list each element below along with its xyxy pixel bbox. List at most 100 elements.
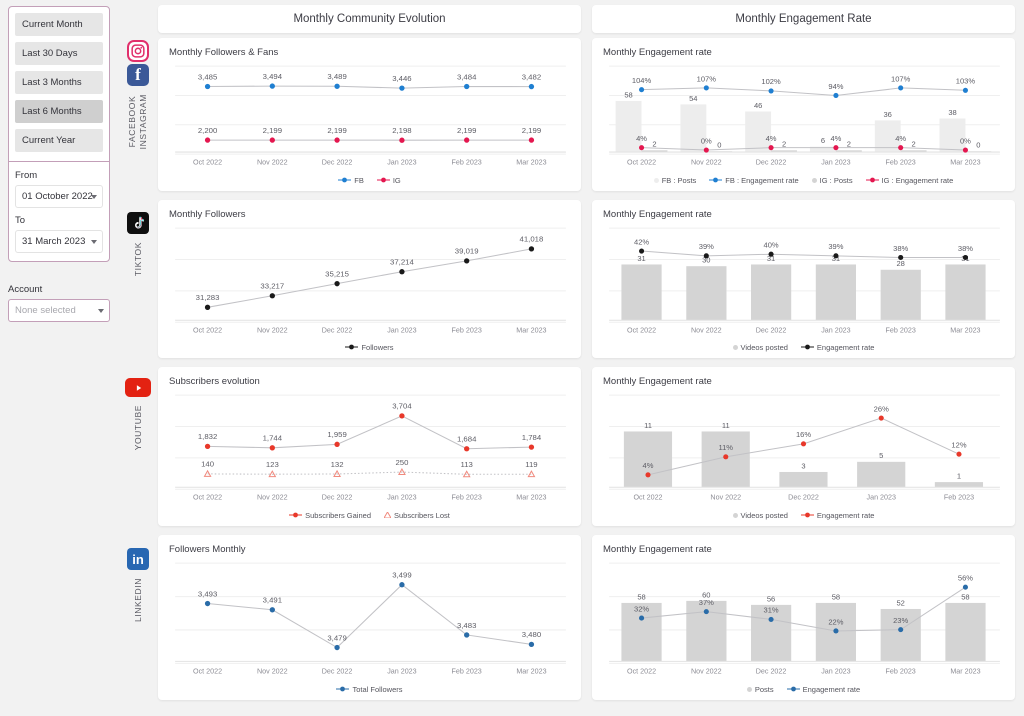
svg-text:Mar 2023: Mar 2023 bbox=[950, 326, 980, 334]
svg-text:4%: 4% bbox=[636, 134, 647, 143]
from-date-select[interactable]: 01 October 2022 bbox=[15, 185, 103, 208]
date-range-last-3-months[interactable]: Last 3 Months bbox=[15, 71, 103, 94]
svg-text:119: 119 bbox=[525, 460, 537, 469]
legend-item[interactable]: Followers bbox=[345, 343, 394, 352]
legend-label: IG : Engagement rate bbox=[881, 175, 954, 185]
legend-item[interactable]: Total Followers bbox=[336, 685, 403, 694]
svg-text:Feb 2023: Feb 2023 bbox=[944, 494, 974, 502]
svg-text:132: 132 bbox=[331, 460, 344, 469]
facebook-icon[interactable]: f bbox=[127, 64, 149, 86]
svg-text:39%: 39% bbox=[828, 242, 843, 251]
chart-row: Monthly Followers 31,283 33,217 35,215 37,21… bbox=[158, 199, 1015, 359]
chart-legend: Subscribers Gained Subscribers Lost bbox=[169, 511, 570, 520]
legend-label: Engagement rate bbox=[816, 343, 875, 353]
chart-plot-youtube-engagement: 11 11 3 5 1 4% 11% 16% 26% 12% Oct 2022 Nov 2022 Dec… bbox=[603, 389, 1004, 510]
column-headers: Monthly Community Evolution Monthly Enga… bbox=[158, 5, 1015, 33]
chart-plot-tiktok-community: 31,283 33,217 35,215 37,214 39,019 41,018 Oct … bbox=[169, 222, 570, 343]
legend-item[interactable]: Subscribers Gained bbox=[289, 511, 371, 520]
svg-text:3,482: 3,482 bbox=[522, 72, 541, 81]
legend-item[interactable]: FB : Engagement rate bbox=[709, 176, 799, 185]
chart-card-youtube-community: Subscribers evolution 1,832 1,744 1,959 3,70… bbox=[158, 367, 581, 526]
svg-text:Oct 2022: Oct 2022 bbox=[627, 326, 656, 334]
svg-text:3,704: 3,704 bbox=[392, 402, 412, 411]
legend-item[interactable]: Engagement rate bbox=[786, 684, 861, 694]
legend-item[interactable]: Videos posted bbox=[732, 511, 788, 520]
svg-text:3,479: 3,479 bbox=[327, 633, 346, 642]
svg-text:Dec 2022: Dec 2022 bbox=[322, 326, 353, 334]
legend-swatch bbox=[653, 177, 659, 183]
svg-text:2,198: 2,198 bbox=[392, 126, 411, 135]
chart-row: Subscribers evolution 1,832 1,744 1,959 3,70… bbox=[158, 367, 1015, 526]
svg-text:26%: 26% bbox=[874, 405, 889, 414]
youtube-icon[interactable] bbox=[125, 378, 151, 397]
date-range-last-30-days[interactable]: Last 30 Days bbox=[15, 42, 103, 65]
svg-text:104%: 104% bbox=[632, 76, 652, 85]
legend-label: Engagement rate bbox=[802, 684, 861, 694]
legend-item[interactable]: Engagement rate bbox=[800, 511, 874, 520]
svg-text:Jan 2023: Jan 2023 bbox=[387, 494, 416, 502]
svg-text:Nov 2022: Nov 2022 bbox=[257, 668, 288, 676]
rail-group-tiktok[interactable]: TIKTOK bbox=[118, 212, 158, 276]
platform-rail: f FACEBOOK INSTAGRAM TIKTOK YOUTUBE in LINKEDI… bbox=[118, 0, 158, 716]
rail-group-fbig[interactable]: f FACEBOOK INSTAGRAM bbox=[118, 40, 158, 149]
chart-plot-fbig-engagement: 58 54 46 6 36 38 2 0 2 2 2 0 104% 107% 102% 94% 107% 103%… bbox=[603, 60, 1004, 175]
legend-item[interactable]: Subscribers Lost bbox=[383, 510, 450, 520]
legend-swatch bbox=[732, 345, 738, 351]
tiktok-icon[interactable] bbox=[127, 212, 149, 234]
svg-text:0: 0 bbox=[976, 141, 980, 150]
rail-group-linkedin[interactable]: in LINKEDIN bbox=[118, 548, 158, 622]
legend-triangle-icon bbox=[383, 510, 392, 520]
svg-text:3,494: 3,494 bbox=[263, 72, 283, 81]
svg-text:56: 56 bbox=[767, 594, 775, 603]
legend-label: Posts bbox=[754, 684, 774, 694]
svg-text:Jan 2023: Jan 2023 bbox=[387, 326, 416, 334]
chart-title: Monthly Followers bbox=[169, 208, 246, 220]
date-range-current-month[interactable]: Current Month bbox=[15, 13, 103, 36]
legend-item[interactable]: FB : Posts bbox=[653, 175, 697, 185]
svg-text:Feb 2023: Feb 2023 bbox=[452, 326, 482, 334]
legend-item[interactable]: Posts bbox=[746, 684, 774, 694]
svg-text:3,446: 3,446 bbox=[392, 74, 411, 83]
rail-group-youtube[interactable]: YOUTUBE bbox=[118, 378, 158, 450]
svg-text:Mar 2023: Mar 2023 bbox=[950, 668, 980, 676]
to-label: To bbox=[15, 215, 26, 226]
column-header-community: Monthly Community Evolution bbox=[158, 5, 581, 33]
chart-plot-linkedin-community: 3,493 3,491 3,479 3,499 3,483 3,480 Oct 2022 No… bbox=[169, 557, 570, 684]
instagram-icon[interactable] bbox=[127, 40, 149, 62]
legend-item[interactable]: IG : Engagement rate bbox=[865, 175, 954, 185]
account-select[interactable]: None selected bbox=[8, 299, 110, 322]
svg-text:Nov 2022: Nov 2022 bbox=[691, 158, 722, 166]
legend-marker bbox=[336, 685, 350, 694]
svg-text:Oct 2022: Oct 2022 bbox=[627, 668, 656, 676]
svg-text:2: 2 bbox=[912, 140, 916, 149]
legend-item[interactable]: IG : Posts bbox=[811, 176, 853, 185]
legend-item[interactable]: FB bbox=[338, 176, 364, 185]
svg-text:58: 58 bbox=[637, 592, 645, 601]
legend-item[interactable]: Videos posted bbox=[732, 343, 788, 352]
svg-text:Oct 2022: Oct 2022 bbox=[193, 494, 222, 502]
chart-card-fbig-engagement: Monthly Engagement rate 58 54 46 6 36 38 2 0 2 2 2 0… bbox=[592, 38, 1015, 191]
legend-item[interactable]: IG bbox=[376, 176, 401, 185]
date-range-current-year[interactable]: Current Year bbox=[15, 129, 103, 152]
rail-icons: in bbox=[127, 548, 149, 570]
svg-text:4%: 4% bbox=[830, 134, 841, 143]
svg-text:1: 1 bbox=[957, 472, 961, 481]
legend-item[interactable]: Engagement rate bbox=[800, 343, 875, 353]
svg-text:Mar 2023: Mar 2023 bbox=[516, 326, 546, 334]
svg-text:32%: 32% bbox=[634, 604, 649, 613]
date-range-last-6-months[interactable]: Last 6 Months bbox=[15, 100, 103, 123]
svg-text:3,491: 3,491 bbox=[263, 596, 282, 605]
legend-label: FB : Posts bbox=[661, 175, 697, 185]
svg-text:35,215: 35,215 bbox=[325, 269, 349, 278]
svg-text:Mar 2023: Mar 2023 bbox=[516, 494, 546, 502]
svg-text:Oct 2022: Oct 2022 bbox=[193, 668, 222, 676]
to-date-select[interactable]: 31 March 2023 bbox=[15, 230, 103, 253]
svg-text:2,199: 2,199 bbox=[457, 126, 476, 135]
svg-text:5: 5 bbox=[879, 452, 883, 461]
chart-card-linkedin-engagement: Monthly Engagement rate 58 60 56 58 52 58 32% 37… bbox=[592, 534, 1015, 700]
rail-icons bbox=[127, 212, 149, 234]
legend-swatch bbox=[811, 177, 817, 183]
svg-text:58: 58 bbox=[832, 592, 840, 601]
linkedin-icon[interactable]: in bbox=[127, 548, 149, 570]
chart-legend: Followers bbox=[169, 343, 570, 352]
